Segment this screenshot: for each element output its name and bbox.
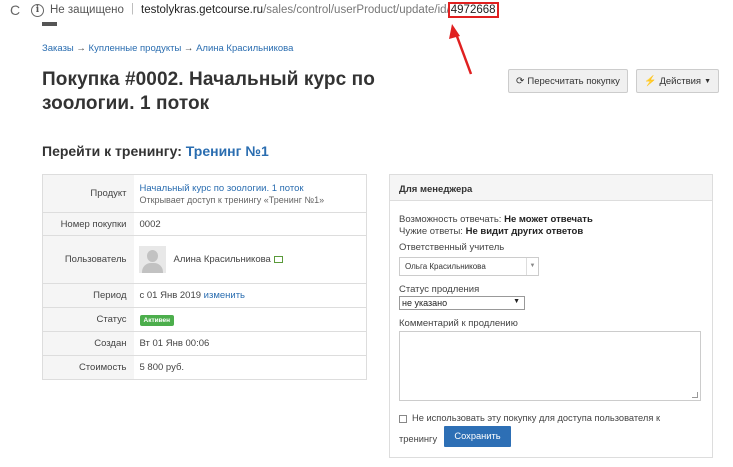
- info-icon[interactable]: i: [31, 4, 44, 17]
- logo-strip: [42, 22, 57, 26]
- comment-textarea[interactable]: [399, 331, 701, 401]
- others-answers-line: Чужие ответы: Не видит других ответов: [399, 226, 583, 237]
- product-cell: Начальный курс по зоологии. 1 поток Откр…: [133, 174, 367, 213]
- url-host: testolykras.getcourse.ru: [141, 4, 264, 16]
- breadcrumb-separator: →: [76, 43, 86, 54]
- go-to-training: Перейти к тренингу: Тренинг №1: [42, 143, 269, 159]
- avatar[interactable]: [138, 246, 166, 273]
- extension-status-select[interactable]: не указано ▼: [399, 296, 525, 310]
- purchase-info-table: Продукт Начальный курс по зоологии. 1 по…: [42, 174, 367, 380]
- teacher-label: Ответственный учитель: [399, 242, 505, 253]
- actions-button[interactable]: ⚡ Действия ▼: [636, 69, 720, 93]
- product-subtitle: Открывает доступ к тренингу «Тренинг №1»: [139, 194, 325, 205]
- number-label: Номер покупки: [42, 212, 134, 236]
- chevron-down-icon: ▼: [526, 258, 538, 275]
- others-answers-label: Чужие ответы:: [399, 226, 463, 237]
- caret-down-icon: ▼: [704, 77, 712, 85]
- no-access-checkbox-label: Не использовать эту покупку для доступа …: [412, 413, 661, 423]
- address-separator: |: [131, 3, 134, 15]
- url-path: /sales/control/userProduct/update/id/: [263, 4, 450, 16]
- save-button[interactable]: Сохранить: [444, 426, 511, 447]
- status-label: Статус: [42, 307, 134, 332]
- can-answer-line: Возможность отвечать: Не может отвечать: [399, 214, 593, 225]
- breadcrumb-purchased-products[interactable]: Купленные продукты: [89, 43, 182, 54]
- cost-value: 5 800 руб.: [133, 355, 367, 380]
- breadcrumb-separator: →: [183, 43, 194, 54]
- url-id-highlight: 4972668: [447, 2, 499, 18]
- period-label: Период: [42, 283, 134, 308]
- change-period-link[interactable]: изменить: [204, 290, 245, 301]
- reload-icon[interactable]: C: [10, 2, 20, 18]
- user-label: Пользователь: [42, 235, 134, 284]
- training-label: Перейти к тренингу:: [42, 143, 182, 159]
- status-badge: Активен: [139, 315, 175, 326]
- no-access-checkbox-label-2: тренингу: [399, 434, 438, 444]
- bolt-icon: ⚡: [644, 75, 657, 87]
- resize-grip-icon[interactable]: [692, 392, 698, 398]
- table-row: Продукт Начальный курс по зоологии. 1 по…: [42, 174, 367, 213]
- extension-label: Статус продления: [399, 284, 480, 295]
- period-value: с 01 Янв 2019: [139, 290, 202, 301]
- user-cell: Алина Красильникова: [133, 235, 367, 284]
- table-row: Статус Активен: [42, 307, 367, 332]
- message-icon[interactable]: [273, 256, 283, 263]
- table-row: Период с 01 Янв 2019 изменить: [42, 283, 367, 308]
- actions-label: Действия: [659, 75, 702, 87]
- recalculate-label: Пересчитать покупку: [527, 75, 620, 87]
- cost-label: Стоимость: [42, 355, 134, 380]
- table-row: Создан Вт 01 Янв 00:06: [42, 331, 367, 356]
- training-link[interactable]: Тренинг №1: [186, 143, 269, 159]
- comment-label: Комментарий к продлению: [399, 318, 518, 329]
- created-value: Вт 01 Янв 00:06: [133, 331, 367, 356]
- status-cell: Активен: [133, 307, 367, 332]
- extension-status-value: не указано: [402, 298, 448, 308]
- user-name[interactable]: Алина Красильникова: [174, 254, 271, 265]
- others-answers-value: Не видит других ответов: [465, 226, 584, 237]
- teacher-select[interactable]: Ольга Красильникова ▼: [399, 257, 539, 276]
- teacher-select-value: Ольга Красильникова: [405, 262, 486, 271]
- period-cell: с 01 Янв 2019 изменить: [133, 283, 367, 308]
- created-label: Создан: [42, 331, 134, 356]
- table-row: Номер покупки 0002: [42, 212, 367, 236]
- breadcrumb: Заказы → Купленные продукты → Алина Крас…: [42, 43, 293, 54]
- page-title: Покупка #0002. Начальный курс по зоологи…: [42, 69, 375, 114]
- recalculate-button[interactable]: ⟳ Пересчитать покупку: [508, 69, 628, 93]
- manager-panel: Для менеджера Возможность отвечать: Не м…: [389, 174, 713, 458]
- no-access-checkbox[interactable]: [399, 415, 407, 423]
- url-field[interactable]: testolykras.getcourse.ru/sales/control/u…: [141, 2, 499, 18]
- browser-address-bar: C i Не защищено | testolykras.getcourse.…: [0, 0, 733, 22]
- chevron-down-icon: ▼: [513, 298, 520, 305]
- product-label: Продукт: [42, 174, 134, 213]
- can-answer-label: Возможность отвечать:: [399, 214, 502, 225]
- refresh-icon: ⟳: [516, 75, 525, 87]
- can-answer-value: Не может отвечать: [504, 214, 593, 225]
- number-value: 0002: [133, 212, 367, 236]
- table-row: Пользователь Алина Красильникова: [42, 235, 367, 284]
- not-secure-label: Не защищено: [50, 4, 124, 16]
- manager-panel-title: Для менеджера: [390, 175, 712, 201]
- product-link[interactable]: Начальный курс по зоологии. 1 поток: [140, 183, 304, 194]
- table-row: Стоимость 5 800 руб.: [42, 355, 367, 380]
- breadcrumb-orders[interactable]: Заказы: [42, 43, 74, 54]
- breadcrumb-user[interactable]: Алина Красильникова: [196, 43, 293, 54]
